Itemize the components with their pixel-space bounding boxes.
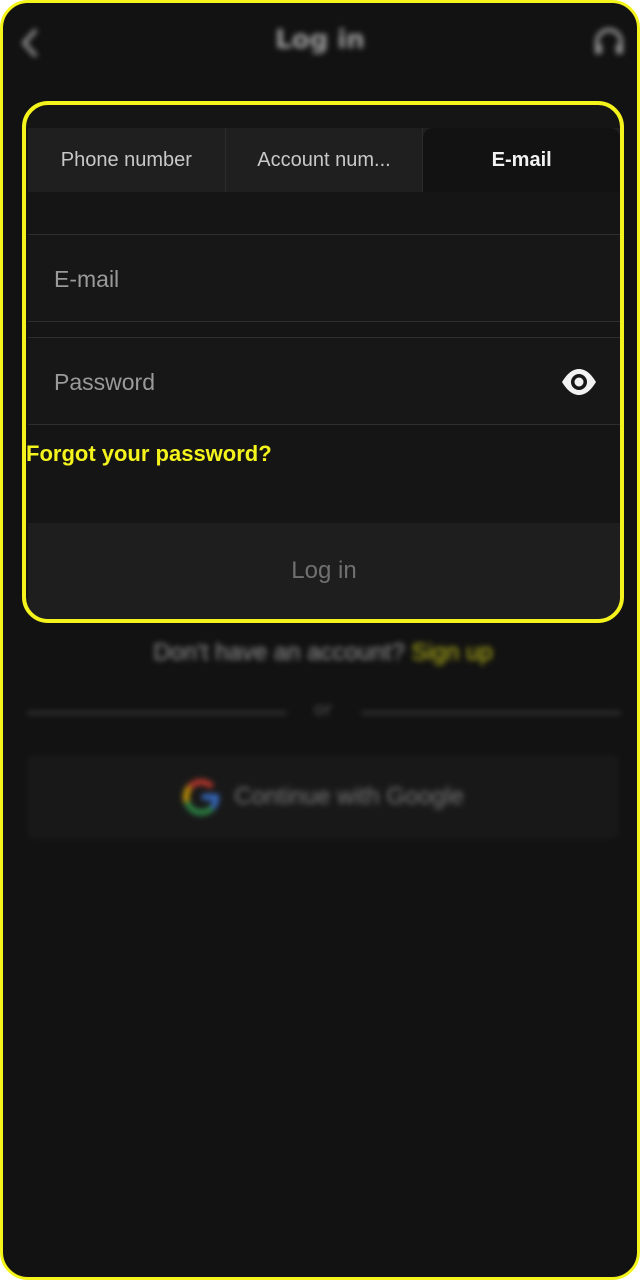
tab-phone-number[interactable]: Phone number	[28, 128, 226, 192]
continue-with-google-button[interactable]: Continue with Google	[27, 755, 619, 839]
login-card: Phone number Account num... E-mail Forgo…	[22, 101, 624, 623]
top-bar: Log in	[3, 3, 637, 83]
email-field-container	[28, 234, 620, 323]
password-field-container	[28, 337, 620, 426]
password-field[interactable]	[52, 338, 536, 426]
divider-right	[361, 711, 621, 715]
eye-icon[interactable]	[560, 366, 598, 398]
signup-prompt-text: Don't have an account?	[153, 639, 405, 666]
tab-account-number[interactable]: Account num...	[226, 128, 424, 192]
tab-email[interactable]: E-mail	[423, 128, 620, 192]
page-title: Log in	[275, 25, 365, 55]
google-icon	[183, 779, 220, 816]
screen-frame: Log in Phone number Account num... E-mai…	[0, 0, 640, 1280]
login-button[interactable]: Log in	[28, 523, 620, 619]
divider-text: or	[313, 699, 333, 720]
forgot-password-link[interactable]: Forgot your password?	[26, 441, 272, 467]
headset-icon[interactable]	[591, 25, 627, 61]
google-button-label: Continue with Google	[234, 783, 464, 810]
signup-link[interactable]: Sign up	[411, 639, 492, 666]
signup-prompt: Don't have an account? Sign up	[3, 639, 637, 667]
email-field[interactable]	[52, 235, 536, 323]
login-method-tabs: Phone number Account num... E-mail	[28, 128, 620, 192]
